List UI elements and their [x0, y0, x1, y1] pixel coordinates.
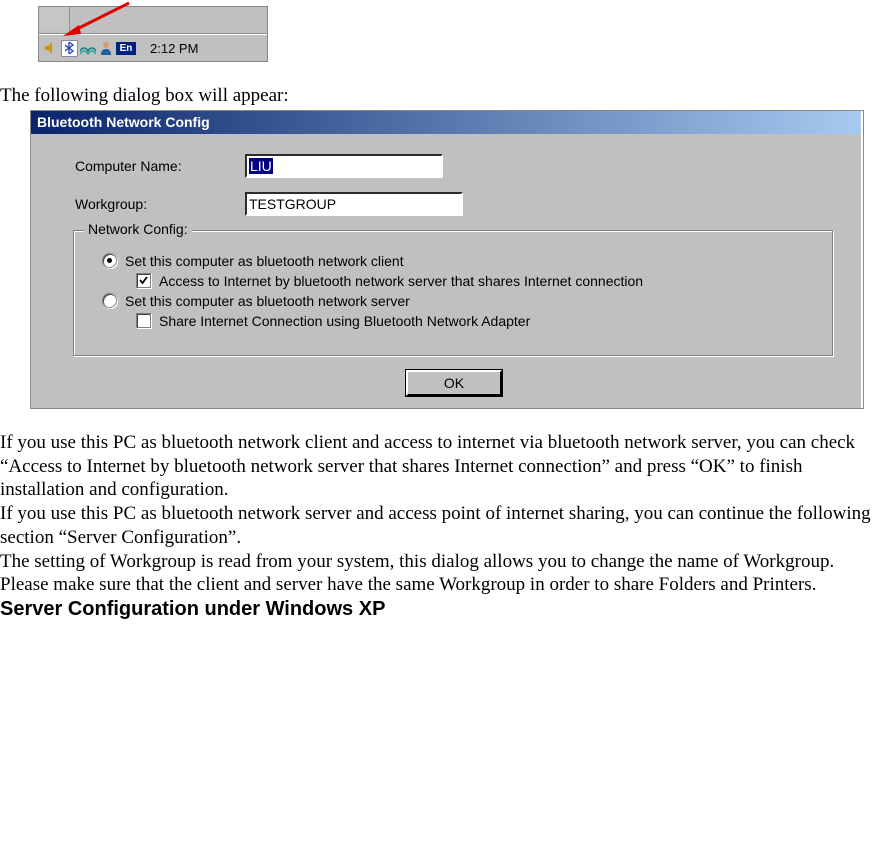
checkbox-icon	[136, 313, 151, 328]
checkbox-icon	[136, 273, 151, 288]
computer-name-input[interactable]: LIU	[245, 154, 443, 178]
workgroup-label: Workgroup:	[75, 196, 245, 212]
radio-server[interactable]: Set this computer as bluetooth network s…	[102, 293, 822, 309]
workgroup-value: TESTGROUP	[249, 196, 336, 212]
group-legend: Network Config:	[84, 221, 192, 237]
paragraph-1: If you use this PC as bluetooth network …	[0, 431, 879, 502]
tray-clock: 2:12 PM	[150, 41, 198, 56]
network-icon[interactable]	[80, 40, 96, 56]
language-indicator[interactable]: En	[116, 42, 136, 55]
paragraph-2: If you use this PC as bluetooth network …	[0, 502, 879, 550]
checkbox-share-label: Share Internet Connection using Bluetoot…	[159, 313, 530, 329]
dialog-title: Bluetooth Network Config	[37, 114, 210, 130]
workgroup-input[interactable]: TESTGROUP	[245, 192, 463, 216]
computer-name-value: LIU	[249, 158, 273, 174]
tray-top-bar	[39, 7, 267, 34]
checkbox-access-internet[interactable]: Access to Internet by bluetooth network …	[136, 273, 822, 289]
paragraph-3: The setting of Workgroup is read from yo…	[0, 550, 879, 598]
intro-text: The following dialog box will appear:	[0, 84, 879, 108]
radio-icon	[102, 253, 117, 268]
red-arrow-annotation	[59, 1, 134, 39]
radio-client-label: Set this computer as bluetooth network c…	[125, 253, 404, 269]
bluetooth-config-dialog: Bluetooth Network Config Computer Name: …	[31, 111, 861, 408]
section-heading: Server Configuration under Windows XP	[0, 597, 879, 622]
user-icon[interactable]	[98, 40, 114, 56]
network-config-group: Network Config: Set this computer as blu…	[73, 230, 833, 356]
bluetooth-icon[interactable]	[61, 40, 78, 57]
system-tray-snippet: En 2:12 PM	[38, 6, 268, 62]
checkbox-access-label: Access to Internet by bluetooth network …	[159, 273, 643, 289]
checkbox-share-connection[interactable]: Share Internet Connection using Bluetoot…	[136, 313, 822, 329]
speaker-icon[interactable]	[43, 40, 59, 56]
computer-name-label: Computer Name:	[75, 158, 245, 174]
ok-button[interactable]: OK	[406, 370, 502, 396]
radio-icon	[102, 293, 117, 308]
radio-client[interactable]: Set this computer as bluetooth network c…	[102, 253, 822, 269]
dialog-titlebar[interactable]: Bluetooth Network Config	[31, 111, 861, 134]
radio-server-label: Set this computer as bluetooth network s…	[125, 293, 410, 309]
